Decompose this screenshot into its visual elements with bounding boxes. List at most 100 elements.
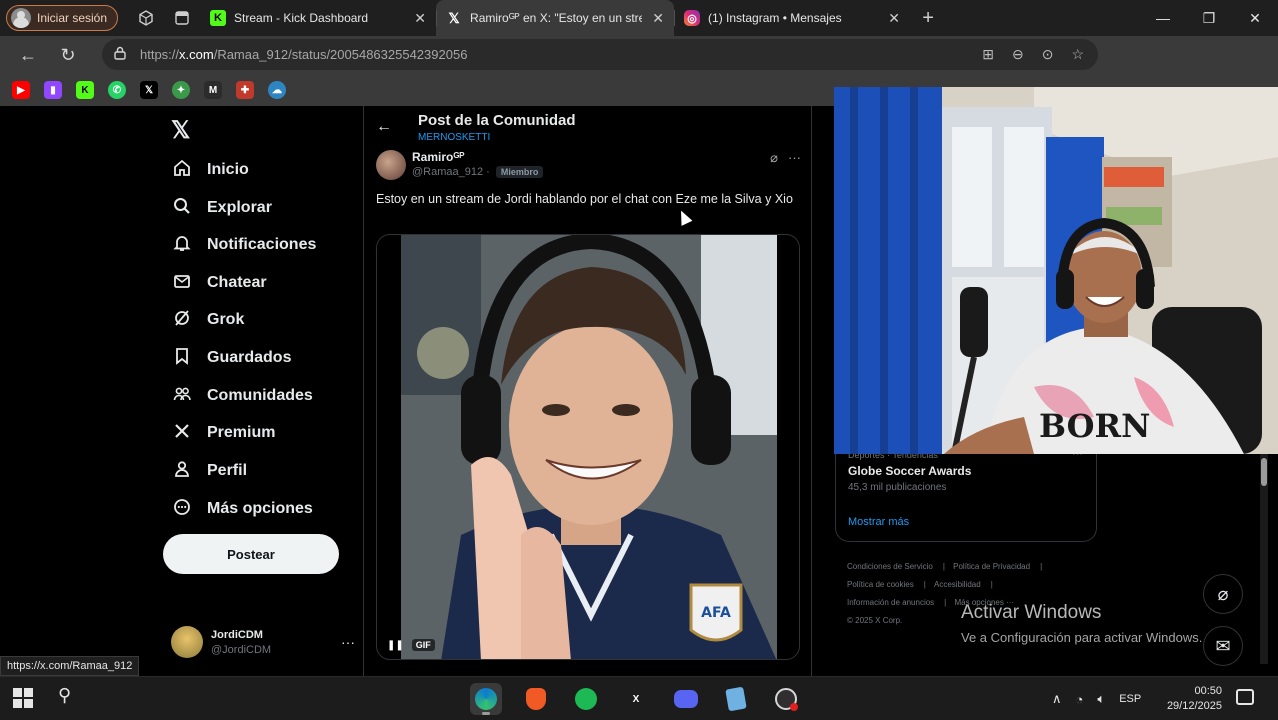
nav-item-perfil[interactable]: Perfil (171, 456, 247, 486)
m-icon[interactable]: M (204, 81, 222, 99)
network-icon[interactable]: ◔ (1076, 692, 1084, 707)
close-tab-icon[interactable]: ✕ (888, 10, 900, 27)
kick-icon[interactable]: K (76, 81, 94, 99)
trend-card[interactable]: Deportes · Tendencias ··· Globe Soccer A… (835, 446, 1097, 542)
tab-x-post[interactable]: 𝕏 Ramiroᴳᴾ en X: "Estoy en un stream ✕ (436, 0, 675, 36)
page-title: Post de la Comunidad (418, 112, 576, 129)
author-name[interactable]: Ramiroᴳᴾ (412, 150, 464, 164)
footer-link[interactable]: Política de cookies (847, 580, 914, 589)
nav-label: Premium (207, 424, 276, 441)
post-media[interactable]: AFA ❚❚ GIF (376, 234, 800, 660)
trend-count: 45,3 mil publicaciones (848, 482, 947, 493)
kick-icon: K (210, 10, 227, 26)
restore-icon[interactable]: ❐ (1186, 0, 1232, 36)
brave-icon[interactable] (520, 683, 552, 715)
discord-icon[interactable] (670, 683, 702, 715)
author-avatar[interactable] (376, 150, 406, 180)
more-icon[interactable]: ··· (788, 150, 801, 166)
gif-image: AFA (401, 235, 777, 659)
nav-label: Comunidades (207, 387, 313, 404)
obs-icon[interactable] (770, 683, 802, 715)
scrollbar[interactable] (1260, 452, 1268, 664)
refresh-icon[interactable]: ↻ (48, 36, 88, 74)
notepad-icon[interactable] (720, 683, 752, 715)
nav-item-notificaciones[interactable]: Notificaciones (171, 230, 316, 260)
system-clock[interactable]: 00:50 29/12/2025 (1156, 684, 1222, 714)
nav-label: Explorar (207, 199, 272, 216)
signin-label: Iniciar sesión (37, 11, 108, 25)
close-tab-icon[interactable]: ✕ (652, 10, 664, 27)
close-window-icon[interactable]: ✕ (1232, 0, 1278, 36)
footer-link[interactable]: Información de anuncios (847, 598, 934, 607)
nav-item-mas-opciones[interactable]: Más opciones (171, 494, 313, 524)
community-link[interactable]: MERNOSKETTI (418, 132, 490, 143)
trend-title[interactable]: Globe Soccer Awards (848, 464, 971, 478)
nav-item-explorar[interactable]: Explorar (171, 193, 272, 223)
minimize-icon[interactable]: — (1140, 0, 1186, 36)
xbox-icon[interactable]: ✦ (172, 81, 190, 99)
favorite-star-icon[interactable]: ☆ (1071, 46, 1084, 63)
footer-link[interactable]: Política de Privacidad (953, 562, 1030, 571)
x-icon[interactable]: 𝕏 (140, 81, 158, 99)
back-icon[interactable]: ← (8, 36, 48, 74)
cloud-icon[interactable]: ☁ (268, 81, 286, 99)
whatsapp-icon[interactable]: ✆ (108, 81, 126, 99)
tab-instagram[interactable]: ◎ (1) Instagram • Mensajes ✕ (674, 0, 910, 36)
grok-icon[interactable]: ⌀ (770, 150, 778, 166)
search-icon (171, 196, 193, 221)
account-name: JordiCDM (211, 628, 263, 641)
nav-item-guardados[interactable]: Guardados (171, 343, 291, 373)
tab-title: Stream - Kick Dashboard (234, 11, 369, 25)
grok-fab-icon[interactable]: ⌀ (1203, 574, 1243, 614)
reading-icon[interactable]: ⊙ (1042, 46, 1054, 63)
puzzle-icon[interactable]: ✚ (236, 81, 254, 99)
pause-icon[interactable]: ❚❚ (387, 640, 404, 651)
footer-link[interactable]: Condiciones de Servicio (847, 562, 933, 571)
post-button[interactable]: Postear (163, 534, 339, 574)
apps-icon[interactable]: ⊞ (982, 46, 994, 63)
more-icon[interactable]: ··· (341, 634, 355, 650)
svg-text:BORN: BORN (1039, 407, 1150, 445)
x-logo-icon[interactable]: 𝕏 (171, 116, 190, 145)
nav-item-inicio[interactable]: Inicio (171, 155, 249, 185)
windows-start-icon[interactable] (12, 687, 34, 709)
nav-item-chatear[interactable]: Chatear (171, 268, 267, 298)
nav-label: Guardados (207, 349, 292, 366)
author-handle[interactable]: @Ramaa_912 · (412, 166, 490, 178)
profile-avatar-icon (11, 8, 31, 28)
show-more-link[interactable]: Mostrar más (848, 516, 909, 528)
back-arrow-icon[interactable]: ← (376, 118, 392, 136)
twitch-icon[interactable]: ▮ (44, 81, 62, 99)
scrollbar-thumb[interactable] (1261, 458, 1267, 486)
windows-taskbar: ⚲ X ∧ ◔ 🔈︎ ESP 00:50 29/12/2025 (0, 676, 1278, 720)
language-indicator[interactable]: ESP (1119, 693, 1141, 705)
tab-actions-icon[interactable] (164, 0, 200, 36)
x-premium-icon (171, 421, 193, 446)
spotify-icon[interactable] (570, 683, 602, 715)
tab-kick-dashboard[interactable]: K Stream - Kick Dashboard ✕ (200, 0, 436, 36)
messages-fab-icon[interactable]: ✉ (1203, 626, 1243, 666)
zoom-icon[interactable]: ⊖ (1012, 46, 1024, 63)
footer-link[interactable]: Accesibilidad (934, 580, 981, 589)
new-tab-icon[interactable]: + (910, 0, 946, 36)
youtube-icon[interactable]: ▶ (12, 81, 30, 99)
chevron-up-icon[interactable]: ∧ (1052, 691, 1062, 707)
volume-icon[interactable]: 🔈︎ (1097, 691, 1105, 707)
nav-item-premium[interactable]: Premium (171, 418, 275, 448)
edge-icon[interactable] (470, 683, 502, 715)
close-tab-icon[interactable]: ✕ (414, 10, 426, 27)
workspaces-icon[interactable] (128, 0, 164, 36)
webcam-overlay: BORN (834, 87, 1278, 454)
xsplit-icon[interactable]: X (620, 683, 652, 715)
url-field[interactable]: https://x.com/Ramaa_912/status/200548632… (102, 39, 1098, 70)
account-switcher[interactable]: JordiCDM @JordiCDM ··· (171, 626, 355, 658)
nav-item-comunidades[interactable]: Comunidades (171, 381, 313, 411)
account-handle: @JordiCDM (211, 643, 272, 656)
status-url-tooltip: https://x.com/Ramaa_912 (0, 656, 140, 676)
signin-button[interactable]: Iniciar sesión (6, 5, 119, 31)
avatar (171, 626, 203, 658)
nav-label: Chatear (207, 274, 267, 291)
nav-item-grok[interactable]: Grok (171, 305, 244, 335)
taskbar-search-icon[interactable]: ⚲ (58, 685, 71, 706)
notification-center-icon[interactable] (1236, 689, 1254, 705)
